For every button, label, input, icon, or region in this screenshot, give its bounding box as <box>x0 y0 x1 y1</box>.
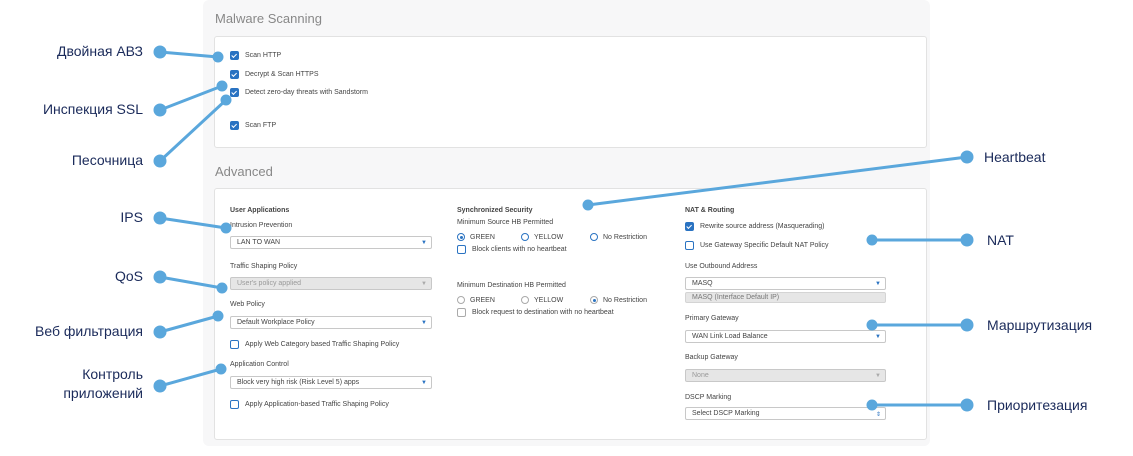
annotation-app-control-1: Контроль <box>82 366 143 382</box>
callout-dot <box>960 398 974 412</box>
callout-line-ssl <box>158 84 224 112</box>
callout-dot <box>582 199 594 211</box>
annotation-nat: NAT <box>987 232 1014 248</box>
callout-dot <box>960 318 974 332</box>
callout-dot <box>212 51 224 63</box>
callout-line-app <box>158 367 223 388</box>
annotation-sandbox: Песочница <box>71 152 143 168</box>
callout-dot <box>216 282 228 294</box>
annotation-web-filtering: Веб фильтрация <box>35 323 143 339</box>
callout-dot <box>153 103 167 117</box>
callout-dot <box>220 222 232 234</box>
annotation-qos: QoS <box>114 268 143 284</box>
callout-line-web <box>158 314 220 334</box>
annotation-routing: Маршрутизация <box>987 317 1093 333</box>
annotation-av: Двойная АВЗ <box>56 43 143 59</box>
callout-line-qos <box>158 275 224 290</box>
callout-line-ips <box>158 216 228 230</box>
callout-dot <box>153 45 167 59</box>
callout-lines <box>153 45 974 412</box>
callout-line-heartbeat <box>586 155 969 207</box>
callout-dot <box>866 399 878 411</box>
annotation-prioritization: Приоритезация <box>987 397 1088 413</box>
callout-dot <box>866 319 878 331</box>
annotation-ssl: Инспекция SSL <box>42 101 143 117</box>
annotation-ips: IPS <box>120 209 143 225</box>
callout-dot <box>960 233 974 247</box>
annotation-app-control-2: приложений <box>63 385 143 401</box>
annotation-heartbeat: Heartbeat <box>984 149 1046 165</box>
callout-dot <box>866 234 878 246</box>
callout-dot <box>153 325 167 339</box>
callout-dot <box>153 379 167 393</box>
callout-dot <box>220 94 232 106</box>
callout-dot <box>960 150 974 164</box>
callout-dot <box>153 211 167 225</box>
callout-dot <box>153 154 167 168</box>
callout-dot <box>215 363 227 375</box>
callout-dot <box>212 310 224 322</box>
callout-line-av <box>158 50 220 59</box>
callout-dot <box>216 80 228 92</box>
callout-line-sandbox <box>158 98 228 163</box>
callout-dot <box>153 270 167 284</box>
